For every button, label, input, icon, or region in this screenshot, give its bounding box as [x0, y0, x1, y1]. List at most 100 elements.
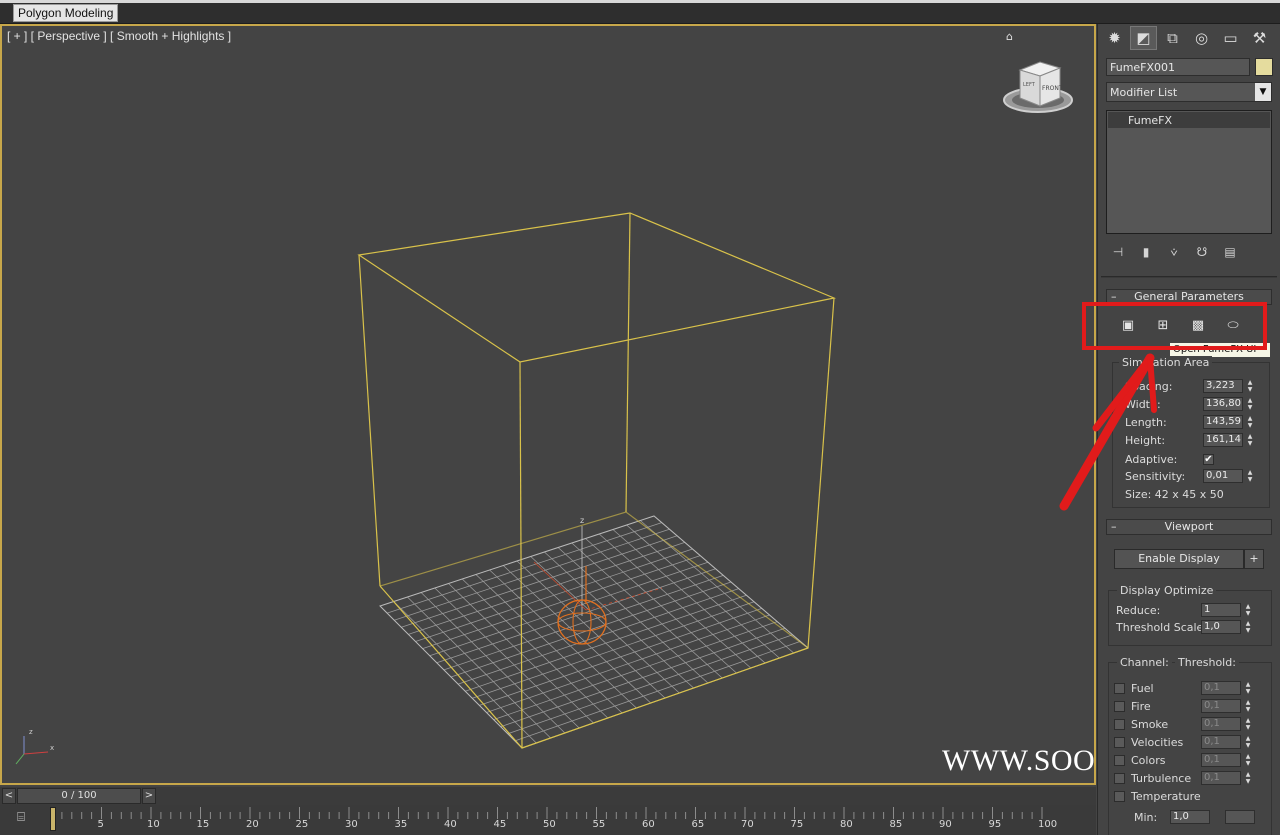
- channel-threshold-spinner[interactable]: ▲ ▼: [1243, 699, 1253, 713]
- svg-text:x: x: [50, 744, 54, 752]
- min-input[interactable]: 1,0: [1170, 810, 1210, 824]
- threshold-scale-label: Threshold Scale:: [1116, 621, 1208, 634]
- threshold-scale-spinner[interactable]: ▲ ▼: [1243, 620, 1253, 634]
- spacing-spinner[interactable]: ▲ ▼: [1245, 379, 1255, 393]
- frame-number: 85: [889, 819, 903, 830]
- track-ticks: [52, 807, 1043, 819]
- panel-divider: [1101, 276, 1277, 278]
- channel-checkbox[interactable]: [1114, 683, 1125, 694]
- adaptive-checkbox[interactable]: ✔: [1203, 454, 1214, 465]
- watermark: WWW.SOOHAR.RU: [942, 744, 1096, 777]
- hierarchy-icon[interactable]: ⧉: [1159, 26, 1186, 50]
- height-input[interactable]: 161,14: [1203, 433, 1243, 447]
- utilities-icon[interactable]: ⚒: [1246, 26, 1273, 50]
- axis-tripod: z x: [15, 728, 54, 765]
- stack-item-fumefx[interactable]: FumeFX: [1108, 112, 1270, 128]
- max-input[interactable]: [1225, 810, 1255, 824]
- enable-display-plus-button[interactable]: +: [1244, 549, 1264, 569]
- channel-threshold-spinner[interactable]: ▲ ▼: [1243, 717, 1253, 731]
- time-marker[interactable]: [50, 807, 56, 831]
- grid-plane: [379, 515, 809, 749]
- min-label: Min:: [1134, 811, 1158, 824]
- channel-threshold-spinner[interactable]: ▲ ▼: [1243, 771, 1253, 785]
- threshold-scale-row: Threshold Scale: 1,0 ▲ ▼: [1109, 620, 1275, 636]
- reduce-spinner[interactable]: ▲ ▼: [1243, 603, 1253, 617]
- make-unique-icon[interactable]: ⩒: [1164, 245, 1184, 260]
- frame-number: 75: [790, 819, 804, 830]
- chevron-down-icon[interactable]: ▼: [1255, 83, 1271, 101]
- time-next-button[interactable]: >: [142, 788, 156, 804]
- viewport-rollout[interactable]: – Viewport: [1106, 519, 1272, 535]
- channel-checkbox[interactable]: [1114, 701, 1125, 712]
- modify-icon[interactable]: ◩: [1130, 26, 1157, 50]
- modifier-list-dropdown[interactable]: Modifier List ▼: [1106, 82, 1272, 102]
- enable-display-button[interactable]: Enable Display: [1114, 549, 1244, 569]
- frame-number: 20: [246, 819, 259, 830]
- frame-number: 15: [196, 819, 210, 830]
- time-prev-button[interactable]: <: [2, 788, 16, 804]
- channel-threshold-spinner[interactable]: ▲ ▼: [1243, 735, 1253, 749]
- show-end-result-icon[interactable]: ▮: [1136, 245, 1156, 259]
- channel-threshold-spinner[interactable]: ▲ ▼: [1243, 681, 1253, 695]
- ribbon-tab-polygon-modeling[interactable]: Polygon Modeling: [13, 4, 119, 22]
- ribbon-bar: Polygon Modeling: [0, 0, 1280, 24]
- height-spinner[interactable]: ▲ ▼: [1245, 433, 1255, 447]
- channel-threshold-spinner[interactable]: ▲ ▼: [1243, 753, 1253, 767]
- frame-number: 55: [592, 819, 606, 830]
- fumefx-container: [357, 212, 837, 749]
- threshold-scale-input[interactable]: 1,0: [1201, 620, 1241, 634]
- svg-text:z: z: [29, 728, 33, 736]
- configure-sets-icon[interactable]: ▤: [1220, 245, 1240, 259]
- frame-number: 95: [988, 819, 1002, 830]
- object-name-field[interactable]: FumeFX001: [1106, 58, 1250, 76]
- frame-number: 10: [147, 819, 160, 830]
- mini-curve-editor-icon[interactable]: ⌸: [10, 810, 32, 828]
- channel-checkbox[interactable]: [1114, 737, 1125, 748]
- sensitivity-spinner[interactable]: ▲ ▼: [1245, 469, 1255, 483]
- channel-row-turbulence: Turbulence 0,1 ▲ ▼: [1109, 771, 1275, 787]
- channel-threshold-input[interactable]: 0,1: [1201, 771, 1241, 785]
- track-bar[interactable]: ⌸ 5 10 15 20 25 30 35 40 45 50 55 60 65 70 75 80 85 90 95 1…: [0, 805, 1096, 835]
- channel-checkbox[interactable]: [1114, 719, 1125, 730]
- min-row: Min: 1,0: [1098, 810, 1264, 826]
- channel-threshold-input[interactable]: 0,1: [1201, 735, 1241, 749]
- length-spinner[interactable]: ▲ ▼: [1245, 415, 1255, 429]
- home-icon[interactable]: ⌂: [1006, 30, 1018, 43]
- channel-checkbox[interactable]: [1114, 791, 1125, 802]
- sensitivity-input[interactable]: 0,01: [1203, 469, 1243, 483]
- channel-threshold-input[interactable]: 0,1: [1201, 681, 1241, 695]
- channel-threshold-input[interactable]: 0,1: [1201, 753, 1241, 767]
- channel-threshold-input[interactable]: 0,1: [1201, 699, 1241, 713]
- perspective-viewport[interactable]: z z x [ + ] [ Perspective ] [ Smooth + H…: [0, 24, 1096, 785]
- remove-modifier-icon[interactable]: ☋: [1192, 245, 1212, 259]
- pin-stack-icon[interactable]: ⊣: [1108, 245, 1128, 259]
- frame-number: 5: [97, 819, 104, 830]
- channel-label: Fuel: [1131, 682, 1154, 695]
- channel-row-temperature: Temperature: [1109, 789, 1275, 805]
- reduce-input[interactable]: 1: [1201, 603, 1241, 617]
- viewport-label[interactable]: [ + ] [ Perspective ] [ Smooth + Highlig…: [7, 29, 231, 43]
- width-input[interactable]: 136,80: [1203, 397, 1243, 411]
- frame-number: 50: [543, 819, 556, 830]
- channel-threshold-input[interactable]: 0,1: [1201, 717, 1241, 731]
- create-icon[interactable]: ✹: [1101, 26, 1128, 50]
- object-color-swatch[interactable]: [1255, 58, 1273, 76]
- channel-label: Fire: [1131, 700, 1151, 713]
- spacing-input[interactable]: 3,223: [1203, 379, 1243, 393]
- channel-checkbox[interactable]: [1114, 773, 1125, 784]
- scene-canvas: z z x: [15, 212, 837, 765]
- time-slider[interactable]: 0 / 100: [17, 788, 141, 804]
- frame-number: 90: [939, 819, 952, 830]
- frame-number: 60: [642, 819, 655, 830]
- channel-checkbox[interactable]: [1114, 755, 1125, 766]
- width-spinner[interactable]: ▲ ▼: [1245, 397, 1255, 411]
- motion-icon[interactable]: ◎: [1188, 26, 1215, 50]
- viewcube[interactable]: FRONT LEFT: [1002, 56, 1082, 120]
- frame-number: 100: [1038, 819, 1058, 830]
- channel-label: Turbulence: [1131, 772, 1192, 785]
- channel-label: Temperature: [1131, 790, 1201, 803]
- length-input[interactable]: 143,59: [1203, 415, 1243, 429]
- modifier-stack[interactable]: FumeFX: [1106, 110, 1272, 234]
- menu-strip: [0, 0, 1280, 3]
- display-icon[interactable]: ▭: [1217, 26, 1244, 50]
